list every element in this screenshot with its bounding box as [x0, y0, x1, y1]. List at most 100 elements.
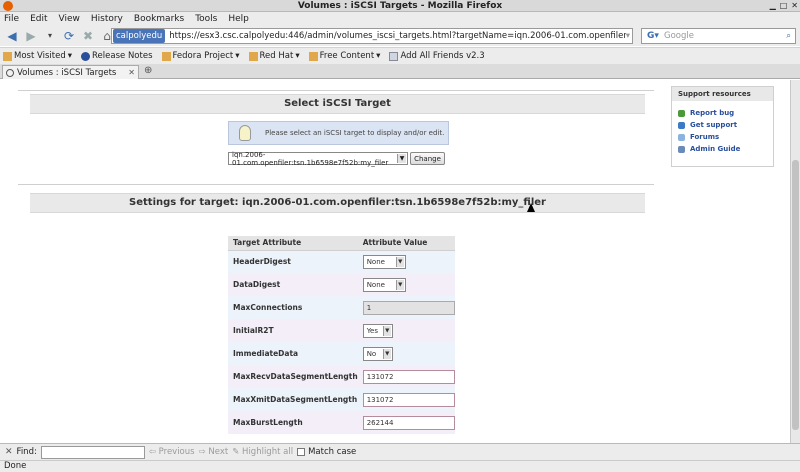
- support-link-label: Get support: [690, 121, 738, 129]
- google-engine-icon[interactable]: G▾: [642, 31, 664, 41]
- divider: [18, 184, 654, 185]
- search-bar[interactable]: G▾ Google ⌕: [641, 28, 796, 44]
- menu-tools[interactable]: Tools: [195, 14, 217, 24]
- new-tab-icon[interactable]: ⊕: [144, 65, 152, 76]
- maxburstlength-input[interactable]: 262144: [362, 415, 455, 430]
- support-link-get-support[interactable]: Get support: [672, 119, 773, 131]
- maximize-icon[interactable]: □: [780, 0, 788, 12]
- find-previous-label: Previous: [158, 447, 195, 457]
- settings-heading: Settings for target: iqn.2006-01.com.ope…: [30, 193, 645, 213]
- tab-volumes[interactable]: Volumes : iSCSI Targets ✕: [2, 65, 139, 79]
- support-link-label: Report bug: [690, 109, 735, 117]
- table-row: MaxRecvDataSegmentLength 131072: [228, 365, 455, 388]
- bookmark-label: Most Visited: [14, 51, 66, 61]
- maxrecvdatasegmentlength-input[interactable]: 131072: [362, 369, 455, 384]
- reload-icon[interactable]: ⟳: [61, 28, 77, 44]
- table-row: MaxXmitDataSegmentLength 131072: [228, 388, 455, 411]
- maxxmitdatasegmentlength-input[interactable]: 131072: [362, 392, 455, 407]
- target-select[interactable]: iqn.2006-01.com.openfiler:tsn.1b6598e7f5…: [228, 151, 408, 167]
- checkbox-icon: [297, 448, 306, 456]
- chevron-down-icon: ▼: [382, 348, 391, 359]
- close-find-icon[interactable]: ✕: [5, 447, 13, 457]
- match-case-label: Match case: [308, 447, 357, 457]
- table-row: ImmediateData No ▼: [228, 342, 455, 365]
- menu-edit[interactable]: Edit: [30, 14, 47, 24]
- match-case-checkbox[interactable]: Match case: [297, 447, 356, 457]
- select-value: No: [366, 349, 377, 358]
- maxconnections-input[interactable]: 1: [362, 300, 455, 315]
- find-next-label: Next: [208, 447, 229, 457]
- search-icon[interactable]: ⌕: [786, 31, 791, 41]
- bug-icon: [678, 109, 685, 117]
- bookmark-label: Red Hat: [259, 51, 294, 61]
- menu-history[interactable]: History: [91, 14, 123, 24]
- initialr2t-select[interactable]: Yes ▼: [362, 323, 393, 338]
- table-row: MaxConnections 1: [228, 296, 455, 319]
- find-input[interactable]: [40, 445, 145, 459]
- attr-name: HeaderDigest: [228, 250, 358, 273]
- close-window-icon[interactable]: ✕: [791, 0, 798, 12]
- search-input[interactable]: Google: [664, 31, 694, 41]
- bookmark-free-content[interactable]: Free Content ▾: [308, 51, 380, 61]
- folder-icon: [3, 51, 12, 61]
- url-dropdown-icon[interactable]: ▾: [626, 31, 632, 41]
- attr-name: InitialR2T: [228, 319, 358, 342]
- highlight-all-button[interactable]: ✎ Highlight all: [232, 447, 293, 457]
- chevron-down-icon: ▼: [395, 256, 404, 267]
- support-link-report-bug[interactable]: Report bug: [672, 107, 773, 119]
- support-link-forums[interactable]: Forums: [672, 131, 773, 143]
- support-heading: Support resources: [672, 87, 773, 101]
- minimize-icon[interactable]: ▁: [770, 0, 776, 12]
- bookmark-label: Free Content: [319, 51, 375, 61]
- status-text: Done: [4, 461, 27, 471]
- page-scrollbar[interactable]: [790, 80, 800, 443]
- url-text[interactable]: https://esx3.csc.calpolyedu:446/admin/vo…: [165, 31, 625, 41]
- table-row: DataDigest None ▼: [228, 273, 455, 296]
- url-bar[interactable]: calpolyedu https://esx3.csc.calpolyedu:4…: [111, 28, 633, 44]
- bookmark-release-notes[interactable]: Release Notes: [81, 51, 153, 61]
- chevron-down-icon: ▼: [382, 325, 391, 336]
- support-link-admin-guide[interactable]: Admin Guide: [672, 143, 773, 155]
- stop-icon[interactable]: ✖: [80, 28, 96, 44]
- change-button[interactable]: Change: [410, 152, 445, 165]
- forums-icon: [678, 133, 685, 141]
- back-icon[interactable]: ◀: [4, 28, 20, 44]
- menu-bookmarks[interactable]: Bookmarks: [134, 14, 184, 24]
- immediatedata-select[interactable]: No ▼: [362, 346, 393, 361]
- bookmark-red-hat[interactable]: Red Hat ▾: [248, 51, 300, 61]
- info-text: Please select an iSCSI target to display…: [265, 129, 445, 137]
- menu-help[interactable]: Help: [228, 14, 249, 24]
- menu-view[interactable]: View: [59, 14, 80, 24]
- lightbulb-icon: [239, 125, 251, 141]
- attr-name: MaxXmitDataSegmentLength: [228, 388, 358, 411]
- support-link-label: Forums: [690, 133, 720, 141]
- folder-icon: [308, 51, 318, 61]
- scrollbar-thumb[interactable]: [792, 160, 799, 430]
- close-tab-icon[interactable]: ✕: [128, 68, 135, 77]
- headerdigest-select[interactable]: None ▼: [362, 254, 406, 269]
- history-dropdown-icon[interactable]: ▾: [42, 28, 58, 44]
- forward-icon[interactable]: ▶: [23, 28, 39, 44]
- divider: [18, 90, 654, 91]
- folder-icon: [248, 51, 258, 61]
- window-titlebar: Volumes : iSCSI Targets - Mozilla Firefo…: [0, 0, 800, 12]
- bookmark-most-visited[interactable]: Most Visited ▾: [3, 51, 72, 61]
- menu-file[interactable]: File: [4, 14, 19, 24]
- select-value: None: [366, 257, 385, 266]
- attr-name: DataDigest: [228, 273, 358, 296]
- bookmark-label: Add All Friends v2.3: [400, 51, 485, 61]
- find-bar: ✕ Find: ⇦ Previous ⇨ Next ✎ Highlight al…: [0, 443, 800, 460]
- bookmark-fedora-project[interactable]: Fedora Project ▾: [161, 51, 240, 61]
- datadigest-select[interactable]: None ▼: [362, 277, 406, 292]
- find-previous-button[interactable]: ⇦ Previous: [149, 447, 195, 457]
- attr-name: MaxConnections: [228, 296, 358, 319]
- site-identity-badge[interactable]: calpolyedu: [113, 29, 166, 43]
- attr-name: ImmediateData: [228, 342, 358, 365]
- find-next-button[interactable]: ⇨ Next: [199, 447, 229, 457]
- select-value: Yes: [366, 326, 378, 335]
- status-bar: Done: [0, 460, 800, 472]
- table-row: MaxBurstLength 262144: [228, 411, 455, 434]
- bookmark-add-all-friends[interactable]: Add All Friends v2.3: [389, 51, 485, 61]
- support-resources-panel: Support resources Report bug Get support…: [671, 86, 774, 167]
- menu-bar: File Edit View History Bookmarks Tools H…: [0, 12, 800, 25]
